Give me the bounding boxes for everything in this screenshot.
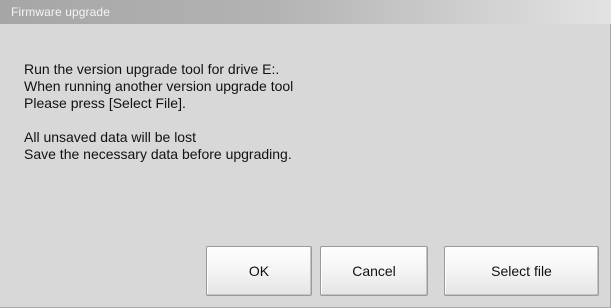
ok-button[interactable]: OK (206, 246, 312, 296)
message-line-drive: Run the version upgrade tool for drive E… (24, 61, 280, 77)
title-bar[interactable]: Firmware upgrade (0, 0, 611, 24)
message-line-select-file: Please press [Select File]. (24, 95, 186, 111)
dialog-title: Firmware upgrade (11, 5, 110, 19)
message-line-other-tool: When running another version upgrade too… (24, 78, 294, 94)
select-file-button[interactable]: Select file (444, 246, 599, 296)
dialog-message: Run the version upgrade tool for drive E… (24, 61, 584, 163)
firmware-upgrade-dialog: Firmware upgrade Run the version upgrade… (0, 0, 611, 308)
message-spacer (24, 112, 584, 129)
cancel-button[interactable]: Cancel (320, 246, 428, 296)
warning-line-save: Save the necessary data before upgrading… (24, 146, 292, 162)
warning-line-unsaved: All unsaved data will be lost (24, 129, 196, 145)
